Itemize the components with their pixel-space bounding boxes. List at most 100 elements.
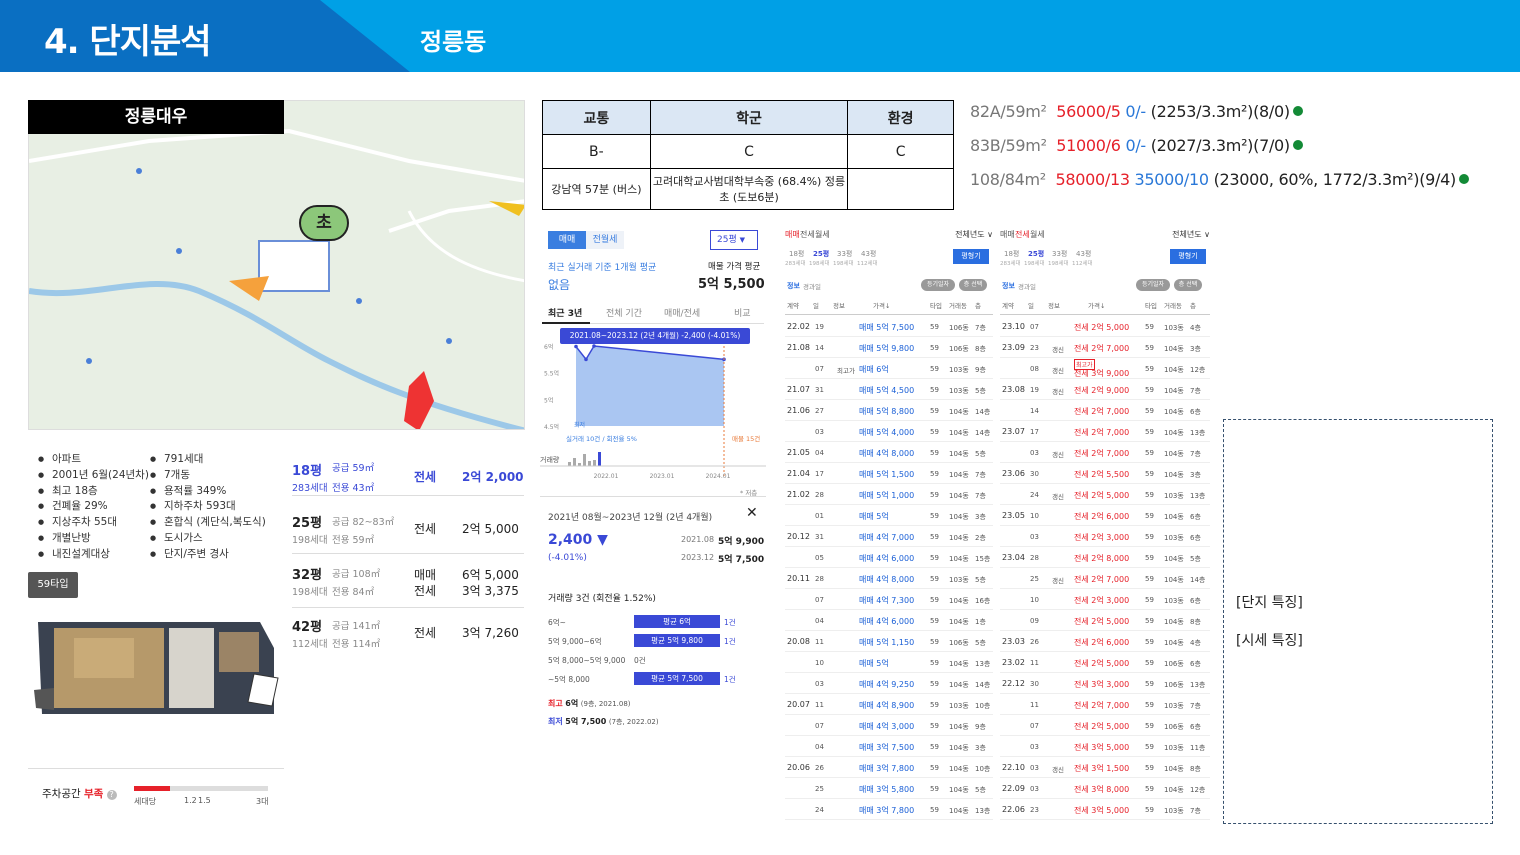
row-divider — [1000, 525, 1210, 526]
tx-month: 20.07 — [787, 700, 810, 709]
compare-button[interactable]: 평형기 — [953, 249, 989, 264]
to-date: 2023.12 — [681, 553, 715, 562]
size-select-value: 25평 — [717, 235, 737, 245]
size-tab[interactable]: 25평 — [1028, 249, 1044, 259]
type-button[interactable]: 59타입 — [28, 572, 78, 598]
tx-month: 21.05 — [787, 448, 810, 457]
tx-floor: 13층 — [1190, 492, 1206, 500]
floor-select[interactable]: 층 선택 — [1174, 279, 1202, 291]
info-item: 단지/주변 경사 — [150, 547, 285, 563]
grade-detail — [847, 168, 954, 210]
tab-monthly[interactable]: 월세 — [815, 229, 830, 240]
pyeong-row[interactable]: 25평 공급 82~83㎡ 198세대 전용 59㎡ 전세 2억 5,000 — [292, 506, 524, 554]
tx-info: 갱신 — [1052, 577, 1064, 585]
tx-price: 매매 6억 — [859, 365, 889, 374]
school-marker[interactable]: 초 — [299, 205, 349, 241]
size-tab[interactable]: 43평 — [861, 249, 876, 259]
year-filter[interactable]: 전체년도 ∨ — [955, 229, 993, 240]
band-bar: 평균 5억 7,500 — [634, 672, 720, 685]
size-tab[interactable]: 33평 — [837, 249, 852, 259]
info-label: 정보 — [787, 282, 800, 290]
tab-sale[interactable]: 매매 — [548, 231, 586, 249]
tx-price: 전세 2억 7,000 — [1074, 449, 1130, 458]
info-item: 2001년 6월(24년차) — [38, 468, 150, 484]
tx-building: 104동 — [949, 786, 969, 794]
tx-building: 104동 — [949, 534, 969, 542]
tab-jeonse[interactable]: 전세 — [1015, 229, 1030, 240]
pyeong-size: 32평 — [292, 568, 323, 583]
y-tick-label: 5억 — [544, 396, 553, 404]
tx-building: 106동 — [1164, 660, 1184, 668]
row-divider — [785, 483, 993, 484]
tx-day: 04 — [815, 617, 824, 625]
size-select[interactable]: 25평 ▼ — [710, 230, 758, 250]
tx-building: 104동 — [1164, 471, 1184, 479]
recent-label: 최근 실거래 기준 1개월 평균 — [548, 263, 657, 273]
tx-type: 59 — [1145, 722, 1154, 730]
tx-price: 매매 3억 5,800 — [859, 785, 915, 794]
deal-price: 2억 5,000 — [462, 522, 519, 536]
grade-table: 교통 학군 환경 B- C C 강남역 57분 (버스) 고려대학교사범대학부속… — [542, 100, 954, 210]
size-tab[interactable]: 18평 — [1004, 249, 1019, 259]
to-price: 5억 7,500 — [718, 555, 765, 565]
tab-period[interactable]: 매매/전세 — [664, 306, 700, 319]
date-toggle[interactable]: 등기일자 — [921, 279, 955, 291]
recent-value: 없음 — [548, 278, 571, 292]
tab-sale[interactable]: 매매 — [1000, 229, 1015, 240]
size-tab[interactable]: 18평 — [789, 249, 804, 259]
compare-button[interactable]: 평형기 — [1170, 249, 1206, 264]
chart-tooltip: 2021.08~2023.12 (2년 4개월) -2,400 (-4.01%) — [560, 328, 750, 344]
tx-info: 갱신 — [1052, 346, 1064, 354]
min-note: (7층, 2022.02) — [608, 718, 659, 726]
pyeong-row[interactable]: 32평 공급 108㎡ 198세대 전용 84㎡ 매매 전세 6억 5,000 … — [292, 558, 524, 608]
tx-type: 59 — [930, 722, 939, 730]
tab-period[interactable]: 전체 기간 — [606, 306, 642, 319]
x-tick-label: 2023.01 — [650, 473, 675, 480]
tx-month: 23.07 — [1002, 427, 1025, 436]
tx-floor: 9층 — [975, 366, 986, 374]
tab-rent[interactable]: 전월세 — [586, 231, 624, 249]
close-icon[interactable]: ✕ — [746, 505, 758, 521]
row-divider — [1000, 483, 1210, 484]
tx-type: 59 — [1145, 491, 1154, 499]
tx-info: 갱신 — [1052, 451, 1064, 459]
tx-price: 전세 2억 3,000 — [1074, 533, 1130, 542]
date-toggle[interactable]: 등기일자 — [1136, 279, 1170, 291]
row-divider — [785, 714, 993, 715]
size-tab[interactable]: 33평 — [1052, 249, 1067, 259]
tx-floor: 3층 — [975, 513, 986, 521]
header-divider — [785, 314, 993, 315]
tab-monthly[interactable]: 월세 — [1030, 229, 1045, 240]
tx-info: 갱신 — [1052, 367, 1064, 375]
row-divider — [785, 567, 993, 568]
row-divider — [1000, 798, 1210, 799]
pyeong-row[interactable]: 42평 공급 141㎡ 112세대 전용 114㎡ 전세 3억 7,260 — [292, 610, 524, 652]
column-header: 층 — [975, 302, 981, 310]
size-units: 112세대 — [857, 261, 878, 267]
parking-bar-fill — [134, 786, 170, 791]
tx-building: 104동 — [1164, 429, 1184, 437]
volume-bar — [588, 461, 591, 466]
tab-jeonse[interactable]: 전세 — [800, 229, 815, 240]
pyeong-row[interactable]: 18평 공급 59㎡ 283세대 전용 43㎡ 전세 2억 2,000 — [292, 456, 524, 496]
complex-map[interactable]: 초 — [28, 100, 525, 430]
column-header: 타입 — [1145, 302, 1157, 310]
floor-select[interactable]: 층 선택 — [959, 279, 987, 291]
tab-period[interactable]: 비교 — [734, 306, 751, 319]
dong-name: 정릉동 — [420, 28, 487, 56]
tx-month: 21.07 — [787, 385, 810, 394]
tx-floor: 8층 — [975, 345, 986, 353]
tx-price: 전세 2억 7,000 — [1074, 344, 1130, 353]
notes-box[interactable]: [단지 특징] [시세 특징] — [1223, 419, 1493, 824]
ask-label: 매물 가격 평균 — [708, 262, 761, 272]
volume-title: 거래량 3건 (회전율 1.52%) — [548, 594, 656, 604]
pyeong-size: 42평 — [292, 620, 323, 635]
year-filter[interactable]: 전체년도 ∨ — [1172, 229, 1210, 240]
tab-period[interactable]: 최근 3년 — [548, 306, 582, 319]
size-tab[interactable]: 25평 — [813, 249, 829, 259]
tab-sale[interactable]: 매매 — [785, 229, 800, 240]
column-header: 계약 — [1002, 302, 1014, 310]
tx-type: 59 — [1145, 764, 1154, 772]
tx-price: 매매 5억 4,000 — [859, 428, 915, 437]
size-tab[interactable]: 43평 — [1076, 249, 1091, 259]
